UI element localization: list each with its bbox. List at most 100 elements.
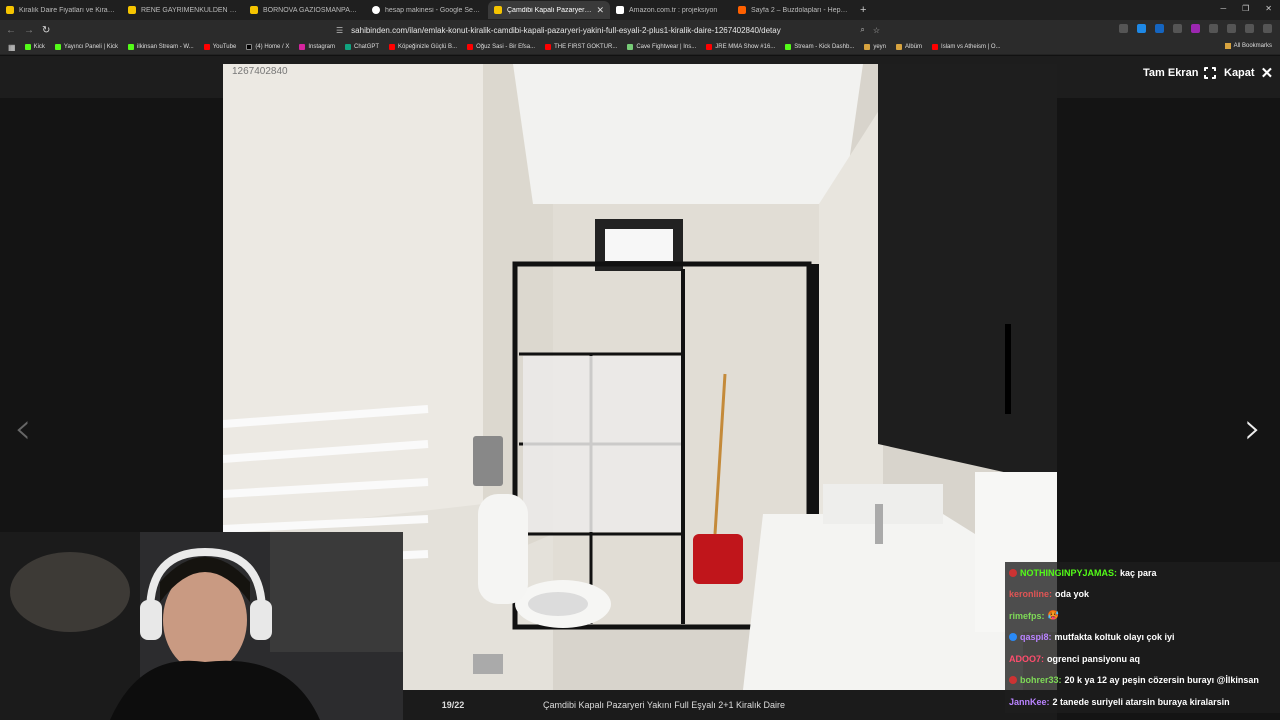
chat-message: rimefps: 🥵 [1005, 605, 1280, 627]
extension-icons [1119, 24, 1272, 33]
extension-icon[interactable] [1209, 24, 1218, 33]
extension-icon[interactable] [1191, 24, 1200, 33]
chat-text: 20 k ya 12 ay peşin cözersin burayı @İlk… [1064, 675, 1259, 686]
hepsiburada-icon [738, 6, 746, 14]
bookmark-folder[interactable]: Albüm [891, 44, 927, 50]
close-label: Kapat [1224, 67, 1255, 79]
chat-username: keronline: [1009, 589, 1053, 600]
sahibinden-icon [6, 6, 14, 14]
sahibinden-icon [494, 6, 502, 14]
browser-tab-active[interactable]: Çamdibi Kapalı Pazaryeri Yakını F✕ [488, 1, 610, 19]
moderator-badge-icon [1009, 633, 1017, 642]
forward-icon[interactable]: → [24, 25, 34, 36]
browser-tab[interactable]: BORNOVA GAZİOSMANPAŞA'DA KİR [244, 1, 366, 19]
browser-tab[interactable]: Kiralık Daire Fiyatları ve Kiralık Ev İl… [0, 1, 122, 19]
back-icon[interactable]: ← [6, 25, 16, 36]
folder-icon [864, 44, 871, 50]
extension-icon[interactable] [1155, 24, 1164, 33]
chat-text: 🥵 [1047, 610, 1059, 621]
subscriber-badge-icon [1009, 676, 1017, 685]
google-icon [372, 6, 380, 14]
chat-text: oda yok [1055, 589, 1090, 600]
bookmark-star-icon[interactable]: ☆ [873, 26, 880, 35]
extension-icon[interactable] [1137, 24, 1146, 33]
browser-tab[interactable]: Amazon.com.tr : projeksiyon [610, 1, 732, 19]
bookmark-folder[interactable]: yeyn [859, 44, 891, 50]
chat-message: bohrer33: 20 k ya 12 ay peşin cözersin bu… [1005, 669, 1280, 691]
site-info-icon[interactable]: ☰ [336, 26, 343, 35]
bookmark-item[interactable]: Oğuz Sasi - Bir Efsa... [462, 44, 540, 50]
address-bar[interactable]: ☰ sahibinden.com/ilan/emlak-konut-kirali… [330, 22, 886, 38]
bookmark-item[interactable]: Köpeğinizle Güçlü B... [384, 44, 462, 50]
new-tab-icon[interactable]: + [860, 4, 866, 16]
amazon-icon [616, 6, 624, 14]
close-icon: ✕ [1260, 64, 1274, 82]
kick-icon [54, 44, 61, 50]
stream-chat-overlay: NOTHINGINPYJAMAS: kaç para keronline: oda … [1005, 562, 1280, 713]
photo-counter: 19/22 [441, 700, 465, 710]
bookmark-item[interactable]: Islam vs Atheism | O... [927, 44, 1006, 50]
chat-message: JannKee: 2 tanede suriyeli atarsin buraya… [1005, 691, 1280, 713]
bookmark-item[interactable]: (4) Home / X [241, 44, 294, 50]
bookmark-item[interactable]: Stream - Kick Dashb... [780, 44, 859, 50]
youtube-icon [467, 44, 474, 50]
window-close-icon[interactable]: ✕ [1265, 4, 1272, 13]
youtube-icon [389, 44, 396, 50]
chat-username: rimefps: [1009, 610, 1045, 621]
fullscreen-label: Tam Ekran [1143, 67, 1199, 79]
reload-icon[interactable]: ↻ [42, 25, 50, 36]
close-tab-icon[interactable]: ✕ [596, 5, 604, 16]
youtube-icon [706, 44, 713, 50]
x-icon [246, 44, 253, 50]
bookmark-item[interactable]: Kick [20, 44, 50, 50]
sahibinden-icon [128, 6, 136, 14]
chatgpt-icon [345, 44, 352, 50]
sahibinden-icon [250, 6, 258, 14]
apps-icon[interactable]: ▦ [8, 43, 16, 52]
cave-icon [627, 44, 634, 50]
webcam-video-illustration [0, 532, 403, 720]
extension-icon[interactable] [1173, 24, 1182, 33]
chat-username: qaspi8: [1020, 632, 1052, 643]
bookmark-item[interactable]: Yayıncı Paneli | Kick [50, 44, 123, 50]
extension-icon[interactable] [1227, 24, 1236, 33]
minimize-icon[interactable]: ─ [1220, 4, 1226, 13]
maximize-icon[interactable]: ❐ [1242, 4, 1249, 13]
previous-photo-arrow-icon[interactable]: ‹ [14, 407, 32, 451]
close-viewer-button[interactable]: Kapat ✕ [1224, 64, 1274, 82]
subscriber-badge-icon [1009, 568, 1017, 577]
browser-tab[interactable]: RENE GAYRİMENKULDEN KİRALIK 2+ [122, 1, 244, 19]
instagram-icon [299, 44, 306, 50]
browser-tab[interactable]: Sayfa 2 – Buzdolapları - Hepsiburada [732, 1, 854, 19]
chat-message: qaspi8: mutfakta koltuk olayı çok iyi [1005, 626, 1280, 648]
media-icon[interactable] [1245, 24, 1254, 33]
bookmarks-bar: ▦ Kick Yayıncı Paneli | Kick ilkinsan St… [0, 40, 1280, 55]
all-bookmarks-button[interactable]: All Bookmarks [1224, 43, 1272, 49]
kick-icon [24, 44, 31, 50]
browser-toolbar: ← → ↻ ☰ sahibinden.com/ilan/emlak-konut-… [0, 20, 1280, 40]
chat-text: mutfakta koltuk olayı çok iyi [1054, 632, 1175, 643]
streamer-webcam-overlay [0, 532, 403, 720]
next-photo-arrow-icon[interactable]: › [1244, 407, 1262, 451]
photo-caption-bar: 19/22 Çamdibi Kapalı Pazaryeri Yakını Fu… [403, 690, 1057, 720]
zoom-icon[interactable]: ⌕ [860, 25, 864, 35]
chat-username: ADOO7: [1009, 653, 1045, 664]
chat-text: ogrenci pansiyonu aq [1047, 653, 1141, 664]
bookmark-item[interactable]: JRE MMA Show #16... [701, 44, 780, 50]
fullscreen-icon [1203, 66, 1218, 80]
bookmark-item[interactable]: THE FIRST GOKTUR... [540, 44, 622, 50]
bookmark-item[interactable]: ChatGPT [340, 44, 384, 50]
extension-icon[interactable] [1119, 24, 1128, 33]
bookmark-item[interactable]: Instagram [294, 44, 340, 50]
browser-tab-strip: Kiralık Daire Fiyatları ve Kiralık Ev İl… [0, 0, 1280, 20]
chat-text: kaç para [1120, 567, 1157, 578]
menu-icon[interactable] [1263, 24, 1272, 33]
bookmark-item[interactable]: Cave Fightwear | Ins... [622, 44, 701, 50]
bookmark-item[interactable]: ilkinsan Stream - W... [123, 44, 199, 50]
browser-tab[interactable]: hesap makinesi - Google Search [366, 1, 488, 19]
url-text: sahibinden.com/ilan/emlak-konut-kiralik-… [351, 25, 781, 35]
kick-icon [785, 44, 792, 50]
fullscreen-button[interactable]: Tam Ekran [1143, 66, 1218, 80]
bookmark-item[interactable]: YouTube [199, 44, 242, 50]
chat-message: keronline: oda yok [1005, 583, 1280, 605]
